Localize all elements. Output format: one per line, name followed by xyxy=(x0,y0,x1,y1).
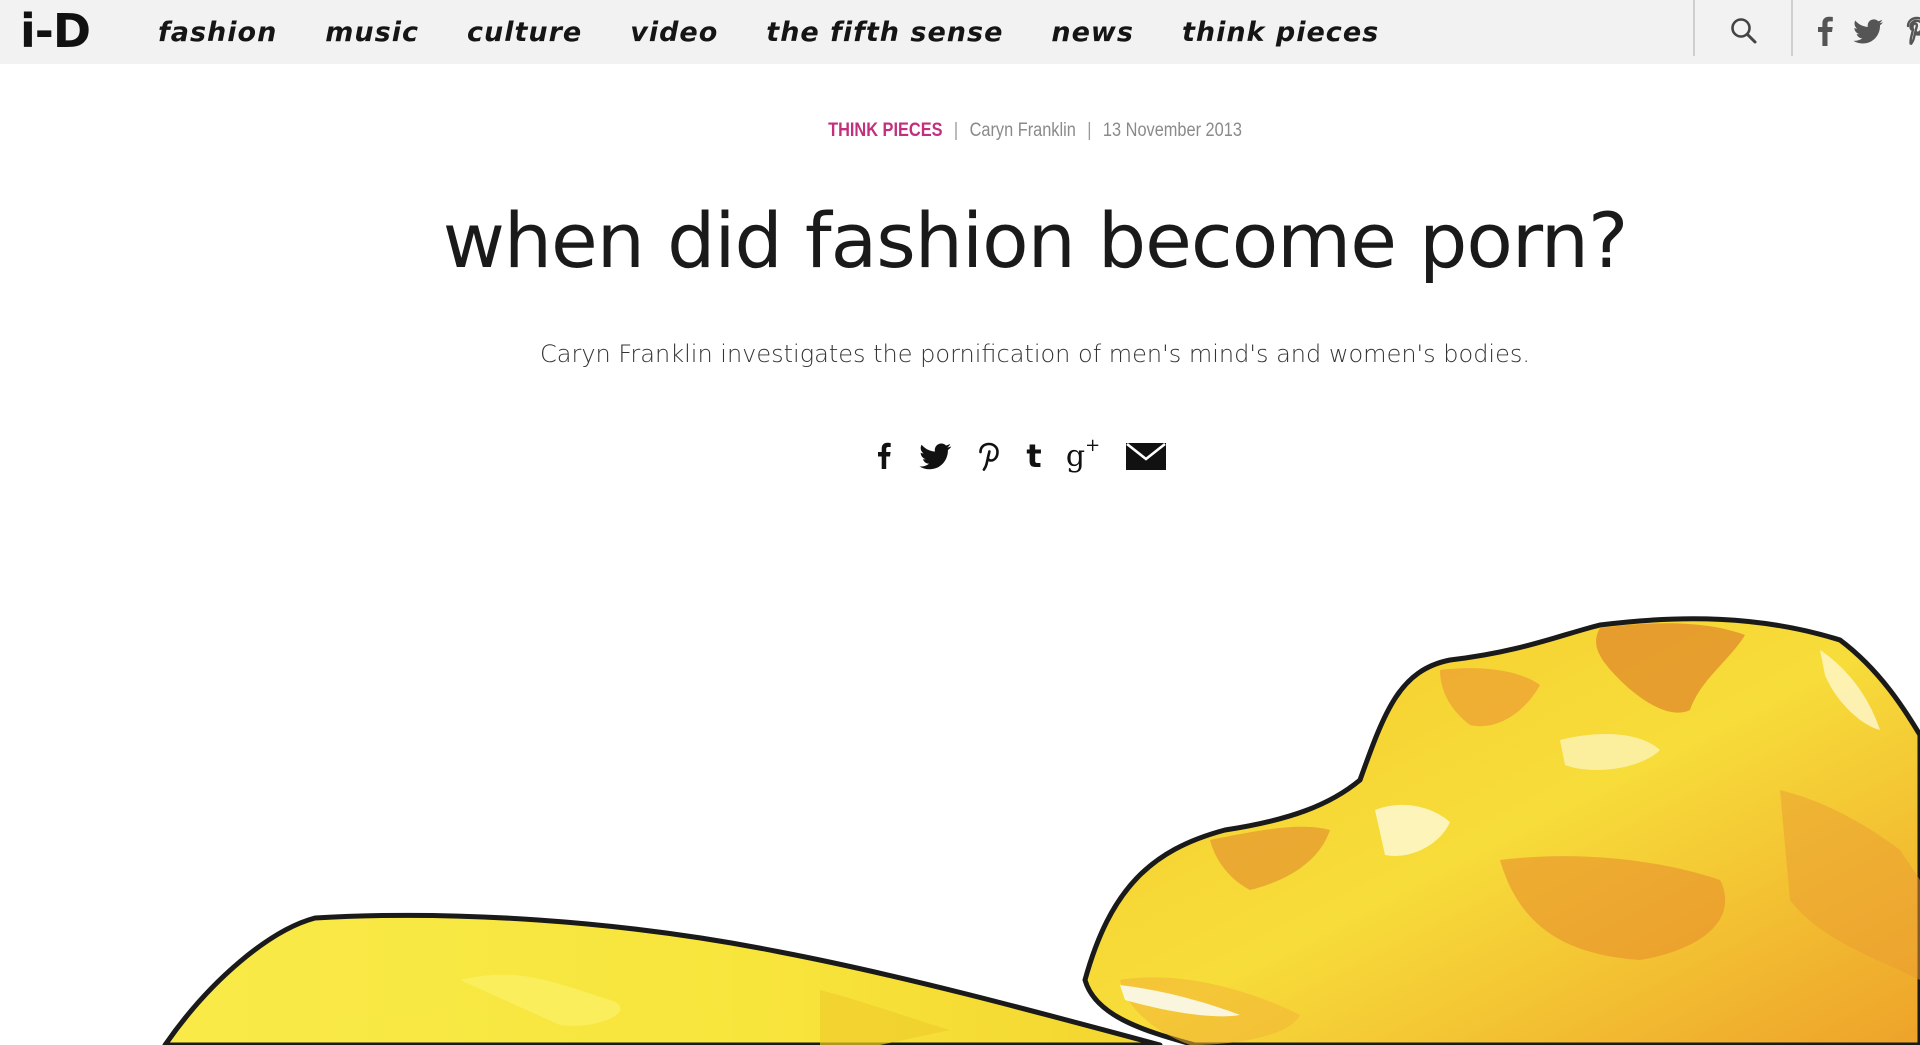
google-plus-sup: + xyxy=(1085,434,1101,456)
main-nav: fashion music culture video the fifth se… xyxy=(158,0,1427,64)
google-plus-icon: g+ xyxy=(1065,435,1100,474)
share-twitter-button[interactable] xyxy=(917,436,953,476)
article-title: when did fashion become porn? xyxy=(442,196,1629,285)
share-bar: t g+ xyxy=(873,435,1167,476)
header-facebook-button[interactable] xyxy=(1812,12,1838,50)
top-navigation-bar: i-D fashion music culture video the fift… xyxy=(0,0,1920,64)
nav-item-video[interactable]: video xyxy=(630,17,718,48)
nav-item-music[interactable]: music xyxy=(325,17,419,48)
meta-separator: | xyxy=(953,120,959,141)
nav-item-think-pieces[interactable]: think pieces xyxy=(1182,17,1379,48)
share-pinterest-button[interactable] xyxy=(977,436,1001,476)
nav-item-news[interactable]: news xyxy=(1051,17,1134,48)
meta-separator: | xyxy=(1087,120,1092,141)
nav-divider xyxy=(1791,0,1793,56)
article-meta: THINK PIECES | Caryn Franklin | 13 Novem… xyxy=(145,120,1920,142)
header-twitter-button[interactable] xyxy=(1850,12,1886,50)
google-plus-g: g xyxy=(1065,438,1086,474)
nav-item-the-fifth-sense[interactable]: the fifth sense xyxy=(766,17,1003,48)
share-email-button[interactable] xyxy=(1125,436,1167,476)
share-google-plus-button[interactable]: g+ xyxy=(1065,435,1101,476)
twitter-icon xyxy=(1853,19,1883,44)
search-button[interactable] xyxy=(1725,12,1763,50)
search-icon xyxy=(1731,18,1757,44)
facebook-icon xyxy=(878,442,891,469)
category-link[interactable]: THINK PIECES xyxy=(828,120,942,141)
nav-item-culture[interactable]: culture xyxy=(467,17,582,48)
site-logo[interactable]: i-D xyxy=(20,0,91,64)
publish-date: 13 November 2013 xyxy=(1102,120,1242,141)
pinterest-icon xyxy=(979,442,999,471)
author-link[interactable]: Caryn Franklin xyxy=(970,120,1076,141)
twitter-icon xyxy=(919,443,952,470)
article-standfirst: Caryn Franklin investigates the pornific… xyxy=(540,340,1530,368)
pinterest-icon xyxy=(1906,16,1920,45)
tumblr-icon: t xyxy=(1026,437,1042,475)
nav-divider xyxy=(1693,0,1695,56)
article-illustration xyxy=(162,616,1920,1045)
email-icon xyxy=(1126,442,1166,470)
share-tumblr-button[interactable]: t xyxy=(1023,436,1045,476)
header-pinterest-button[interactable] xyxy=(1900,12,1920,50)
facebook-icon xyxy=(1818,16,1833,46)
nav-item-fashion[interactable]: fashion xyxy=(158,17,277,48)
share-facebook-button[interactable] xyxy=(873,436,895,476)
